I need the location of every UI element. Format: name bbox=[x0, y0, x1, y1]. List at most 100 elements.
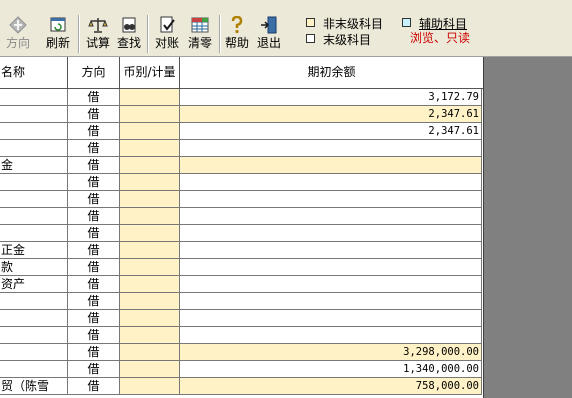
column-header-opening-balance[interactable]: 期初余额 bbox=[180, 57, 483, 88]
opening-balance-cell[interactable] bbox=[180, 140, 482, 157]
opening-balance-cell[interactable] bbox=[180, 259, 482, 276]
currency-unit-cell[interactable] bbox=[120, 293, 180, 310]
exit-button[interactable]: 退出 bbox=[254, 15, 284, 53]
balance-scale-icon bbox=[88, 16, 108, 34]
direction-cell[interactable]: 借 bbox=[68, 378, 120, 395]
opening-balance-cell[interactable] bbox=[180, 327, 482, 344]
account-name-cell: 资产 bbox=[0, 276, 68, 293]
opening-balance-cell[interactable]: 2,347.61 bbox=[180, 106, 482, 123]
trial-balance-button-label: 试算 bbox=[85, 36, 110, 50]
table-row[interactable]: 借 1,340,000.00 bbox=[0, 361, 483, 378]
table-row[interactable]: 借 2,347.61 bbox=[0, 123, 483, 140]
opening-balance-cell[interactable]: 3,298,000.00 bbox=[180, 344, 482, 361]
opening-balance-cell[interactable] bbox=[180, 310, 482, 327]
find-binoculars-icon bbox=[119, 16, 139, 34]
opening-balance-cell[interactable] bbox=[180, 276, 482, 293]
currency-unit-cell[interactable] bbox=[120, 310, 180, 327]
find-button-label: 查找 bbox=[116, 36, 141, 50]
currency-unit-cell[interactable] bbox=[120, 106, 180, 123]
opening-balance-cell[interactable]: 3,172.79 bbox=[180, 89, 482, 106]
clear-button[interactable]: 清零 bbox=[185, 15, 215, 53]
direction-cell[interactable]: 借 bbox=[68, 276, 120, 293]
table-row[interactable]: 借 bbox=[0, 310, 483, 327]
direction-cell[interactable]: 借 bbox=[68, 174, 120, 191]
currency-unit-cell[interactable] bbox=[120, 174, 180, 191]
direction-cell[interactable]: 借 bbox=[68, 310, 120, 327]
table-row[interactable]: 借 3,172.79 bbox=[0, 89, 483, 106]
opening-balance-cell[interactable]: 2,347.61 bbox=[180, 123, 482, 140]
direction-cell[interactable]: 借 bbox=[68, 225, 120, 242]
currency-unit-cell[interactable] bbox=[120, 259, 180, 276]
direction-cell[interactable]: 借 bbox=[68, 208, 120, 225]
table-row[interactable]: 借 bbox=[0, 225, 483, 242]
reconcile-check-icon bbox=[157, 16, 177, 34]
currency-unit-cell[interactable] bbox=[120, 157, 180, 174]
refresh-icon bbox=[48, 16, 68, 34]
non-final-account-swatch bbox=[306, 18, 315, 27]
toolbar-separator bbox=[78, 15, 80, 53]
opening-balance-cell[interactable]: 758,000.00 bbox=[180, 378, 482, 395]
table-row[interactable]: 借 bbox=[0, 174, 483, 191]
direction-cell[interactable]: 借 bbox=[68, 293, 120, 310]
currency-unit-cell[interactable] bbox=[120, 361, 180, 378]
currency-unit-cell[interactable] bbox=[120, 327, 180, 344]
table-row[interactable]: 正金借 bbox=[0, 242, 483, 259]
table-row[interactable]: 借 bbox=[0, 208, 483, 225]
currency-unit-cell[interactable] bbox=[120, 276, 180, 293]
column-header-currency-unit[interactable]: 币别/计量 bbox=[120, 57, 180, 88]
currency-unit-cell[interactable] bbox=[120, 378, 180, 395]
table-row[interactable]: 借 2,347.61 bbox=[0, 106, 483, 123]
table-row[interactable]: 借 bbox=[0, 327, 483, 344]
column-header-direction[interactable]: 方向 bbox=[68, 57, 120, 88]
currency-unit-cell[interactable] bbox=[120, 89, 180, 106]
opening-balance-cell[interactable] bbox=[180, 293, 482, 310]
help-question-icon bbox=[227, 16, 247, 34]
table-row[interactable]: 借 bbox=[0, 191, 483, 208]
direction-cell[interactable]: 借 bbox=[68, 106, 120, 123]
direction-button-label: 方向 bbox=[5, 36, 30, 50]
account-name-cell bbox=[0, 89, 68, 106]
direction-cell[interactable]: 借 bbox=[68, 191, 120, 208]
direction-button[interactable]: 方向 bbox=[3, 15, 33, 53]
direction-cell[interactable]: 借 bbox=[68, 344, 120, 361]
direction-cell[interactable]: 借 bbox=[68, 259, 120, 276]
direction-cell[interactable]: 借 bbox=[68, 157, 120, 174]
opening-balance-cell[interactable] bbox=[180, 191, 482, 208]
legend-non-final-account: 非末级科目 bbox=[306, 17, 383, 31]
currency-unit-cell[interactable] bbox=[120, 140, 180, 157]
account-name-cell bbox=[0, 174, 68, 191]
opening-balance-cell[interactable] bbox=[180, 208, 482, 225]
currency-unit-cell[interactable] bbox=[120, 208, 180, 225]
opening-balance-cell[interactable] bbox=[180, 242, 482, 259]
table-row[interactable]: 款借 bbox=[0, 259, 483, 276]
account-name-cell bbox=[0, 140, 68, 157]
trial-balance-button[interactable]: 试算 bbox=[83, 15, 113, 53]
table-row[interactable]: 贸（陈雪借 758,000.00 bbox=[0, 378, 483, 395]
find-button[interactable]: 查找 bbox=[114, 15, 144, 53]
direction-cell[interactable]: 借 bbox=[68, 361, 120, 378]
direction-cell[interactable]: 借 bbox=[68, 327, 120, 344]
exit-button-label: 退出 bbox=[256, 36, 281, 50]
column-header-name[interactable]: 名称 bbox=[0, 57, 68, 88]
opening-balance-cell[interactable] bbox=[180, 225, 482, 242]
currency-unit-cell[interactable] bbox=[120, 225, 180, 242]
table-row[interactable]: 资产借 bbox=[0, 276, 483, 293]
table-row[interactable]: 借 3,298,000.00 bbox=[0, 344, 483, 361]
refresh-button[interactable]: 刷新 bbox=[43, 15, 73, 53]
help-button[interactable]: 帮助 bbox=[223, 15, 251, 53]
opening-balance-cell[interactable] bbox=[180, 174, 482, 191]
currency-unit-cell[interactable] bbox=[120, 344, 180, 361]
direction-cell[interactable]: 借 bbox=[68, 123, 120, 140]
table-row[interactable]: 金借 bbox=[0, 157, 483, 174]
currency-unit-cell[interactable] bbox=[120, 242, 180, 259]
direction-cell[interactable]: 借 bbox=[68, 140, 120, 157]
table-row[interactable]: 借 bbox=[0, 293, 483, 310]
currency-unit-cell[interactable] bbox=[120, 123, 180, 140]
currency-unit-cell[interactable] bbox=[120, 191, 180, 208]
reconcile-button[interactable]: 对账 bbox=[152, 15, 182, 53]
opening-balance-cell[interactable]: 1,340,000.00 bbox=[180, 361, 482, 378]
opening-balance-cell[interactable] bbox=[180, 157, 482, 174]
direction-cell[interactable]: 借 bbox=[68, 89, 120, 106]
table-row[interactable]: 借 bbox=[0, 140, 483, 157]
direction-cell[interactable]: 借 bbox=[68, 242, 120, 259]
